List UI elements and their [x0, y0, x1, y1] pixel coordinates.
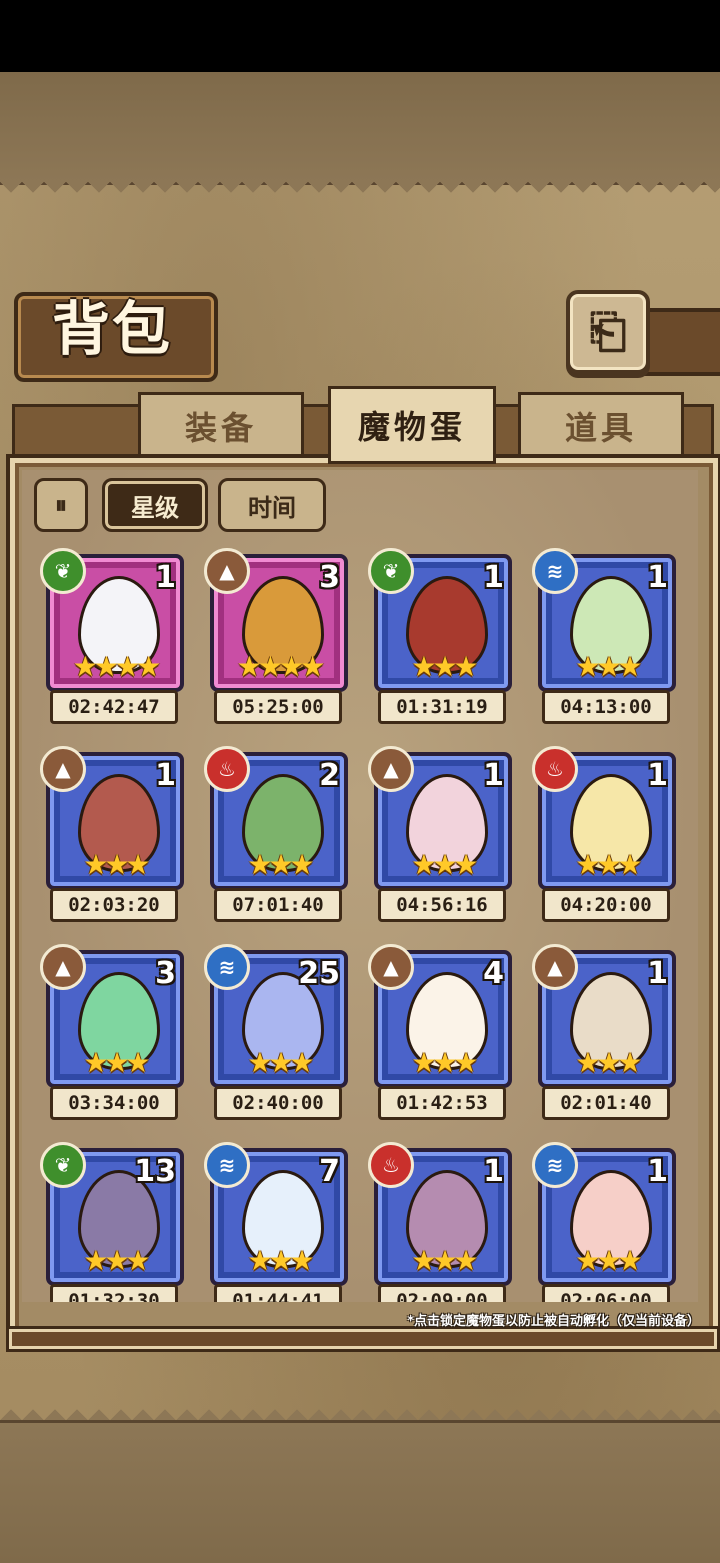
egg-count: 7: [319, 1154, 340, 1189]
egg-count: 1: [647, 758, 668, 793]
hatch-timer: 03:34:00: [50, 1086, 178, 1120]
top-decor-band: [0, 72, 720, 185]
hatch-timer: 01:44:41: [214, 1284, 342, 1302]
leaf-icon: ❦: [368, 548, 414, 594]
hatch-timer: 02:06:00: [542, 1284, 670, 1302]
wave-icon: ≋: [204, 944, 250, 990]
flame-icon: ♨: [532, 746, 578, 792]
back-arrow-icon: ⎗: [589, 304, 627, 358]
star-rating: ★★★: [575, 1046, 642, 1079]
hatch-timer: 07:01:40: [214, 888, 342, 922]
flame-icon: ♨: [368, 1142, 414, 1188]
egg-count: 1: [483, 758, 504, 793]
wave-icon: ≋: [532, 548, 578, 594]
leaf-icon: ❦: [40, 548, 86, 594]
egg-count: 2: [319, 758, 340, 793]
mountain-icon: ▲: [40, 746, 86, 792]
egg-card[interactable]: ▲ 4 ★★★ 01:42:53: [368, 944, 512, 1120]
star-rating: ★★★: [411, 1244, 478, 1277]
bottom-decor-band: [0, 1420, 720, 1563]
mountain-icon: ▲: [204, 548, 250, 594]
egg-card[interactable]: ≋ 7 ★★★ 01:44:41: [204, 1142, 348, 1302]
egg-card[interactable]: ♨ 1 ★★★ 04:20:00: [532, 746, 676, 922]
egg-card[interactable]: ≋ 1 ★★★ 02:06:00: [532, 1142, 676, 1302]
hatch-timer: 04:13:00: [542, 690, 670, 724]
sort-order-toggle[interactable]: ⏸: [34, 478, 88, 532]
star-rating: ★★★: [411, 848, 478, 881]
egg-count: 1: [483, 1154, 504, 1189]
egg-card[interactable]: ▲ 1 ★★★ 02:01:40: [532, 944, 676, 1120]
star-rating: ★★★: [575, 848, 642, 881]
star-rating: ★★★★: [236, 650, 325, 683]
egg-count: 13: [134, 1154, 176, 1189]
egg-count: 3: [319, 560, 340, 595]
star-rating: ★★★: [575, 650, 642, 683]
egg-count: 1: [647, 956, 668, 991]
star-rating: ★★★: [247, 1046, 314, 1079]
egg-card[interactable]: ≋ 25 ★★★ 02:40:00: [204, 944, 348, 1120]
sort-by-star-button[interactable]: 星级: [102, 478, 208, 532]
egg-card[interactable]: ❦ 1 ★★★★ 02:42:47: [40, 548, 184, 724]
star-rating: ★★★: [247, 1244, 314, 1277]
star-rating: ★★★★: [72, 650, 161, 683]
hatch-timer: 05:25:00: [214, 690, 342, 724]
hatch-timer: 01:32:30: [50, 1284, 178, 1302]
egg-count: 1: [647, 560, 668, 595]
star-rating: ★★★: [411, 1046, 478, 1079]
egg-count: 25: [298, 956, 340, 991]
hatch-timer: 02:09:00: [378, 1284, 506, 1302]
egg-count: 3: [155, 956, 176, 991]
top-zigzag-edge: [0, 182, 720, 204]
star-rating: ★★★: [411, 650, 478, 683]
lock-hint-text: *点击锁定魔物蛋以防止被自动孵化（仅当前设备）: [407, 1314, 700, 1329]
star-rating: ★★★: [575, 1244, 642, 1277]
egg-card[interactable]: ❦ 13 ★★★ 01:32:30: [40, 1142, 184, 1302]
mountain-icon: ▲: [40, 944, 86, 990]
mountain-icon: ▲: [532, 944, 578, 990]
flame-icon: ♨: [204, 746, 250, 792]
mountain-icon: ▲: [368, 944, 414, 990]
wave-icon: ≋: [532, 1142, 578, 1188]
egg-card[interactable]: ▲ 3 ★★★★ 05:25:00: [204, 548, 348, 724]
tab-items[interactable]: 道具: [518, 392, 684, 460]
egg-card[interactable]: ≋ 1 ★★★ 04:13:00: [532, 548, 676, 724]
hatch-timer: 04:20:00: [542, 888, 670, 922]
star-rating: ★★★: [83, 848, 150, 881]
bottom-zigzag-edge: [0, 1398, 720, 1420]
tab-equipment[interactable]: 装备: [138, 392, 304, 460]
egg-card[interactable]: ▲ 3 ★★★ 03:34:00: [40, 944, 184, 1120]
egg-card[interactable]: ▲ 1 ★★★ 02:03:20: [40, 746, 184, 922]
egg-count: 1: [647, 1154, 668, 1189]
hatch-timer: 02:01:40: [542, 1086, 670, 1120]
egg-card[interactable]: ▲ 1 ★★★ 04:56:16: [368, 746, 512, 922]
star-rating: ★★★: [247, 848, 314, 881]
egg-count: 1: [483, 560, 504, 595]
egg-count: 1: [155, 758, 176, 793]
egg-count: 4: [483, 956, 504, 991]
back-button[interactable]: ⎗: [566, 290, 650, 374]
hatch-timer: 04:56:16: [378, 888, 506, 922]
leaf-icon: ❦: [40, 1142, 86, 1188]
hatch-timer: 01:31:19: [378, 690, 506, 724]
page-title: 背包: [51, 295, 172, 363]
star-rating: ★★★: [83, 1244, 150, 1277]
mountain-icon: ▲: [368, 746, 414, 792]
hatch-timer: 02:42:47: [50, 690, 178, 724]
egg-count: 1: [155, 560, 176, 595]
egg-grid: ❦ 1 ★★★★ 02:42:47 ▲ 3 ★★★★ 05:25:00 ❦ 1 ★★★ 01:31:1…: [22, 540, 698, 1302]
back-rail: [640, 308, 720, 376]
egg-card[interactable]: ❦ 1 ★★★ 01:31:19: [368, 548, 512, 724]
sort-by-time-button[interactable]: 时间: [218, 478, 326, 532]
star-rating: ★★★: [83, 1046, 150, 1079]
hatch-timer: 02:40:00: [214, 1086, 342, 1120]
hatch-timer: 02:03:20: [50, 888, 178, 922]
hatch-timer: 01:42:53: [378, 1086, 506, 1120]
egg-card[interactable]: ♨ 2 ★★★ 07:01:40: [204, 746, 348, 922]
pause-icon: ⏸: [55, 491, 67, 519]
tab-monster-eggs[interactable]: 魔物蛋: [328, 386, 496, 464]
panel-bottom-rail: [6, 1326, 720, 1352]
wave-icon: ≋: [204, 1142, 250, 1188]
egg-card[interactable]: ♨ 1 ★★★ 02:09:00: [368, 1142, 512, 1302]
